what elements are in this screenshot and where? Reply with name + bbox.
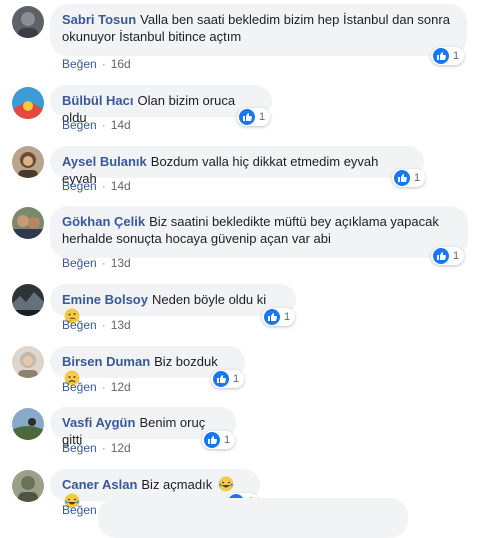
reaction-number: 1 — [259, 111, 266, 123]
comment-age[interactable]: 13d — [111, 256, 131, 270]
comment-age[interactable]: 13d — [111, 318, 131, 332]
reaction-count[interactable]: 1 — [237, 108, 271, 126]
comment-bubble: Emine Bolsoy Neden böyle oldu ki — [50, 284, 296, 324]
like-reaction-icon — [433, 48, 449, 64]
reaction-count[interactable]: 1 — [262, 308, 296, 326]
avatar[interactable] — [12, 470, 44, 502]
like-reaction-icon — [239, 109, 255, 125]
avatar[interactable] — [12, 408, 44, 440]
comments-list: Sabri Tosun Valla ben saati bekledim bizi… — [0, 0, 502, 538]
avatar[interactable] — [12, 87, 44, 119]
reaction-number: 1 — [224, 434, 231, 446]
like-link[interactable]: Beğen — [62, 179, 97, 193]
comment-author[interactable]: Aysel Bulanık — [62, 154, 147, 169]
reaction-count[interactable]: 1 — [211, 370, 245, 388]
comment-author[interactable]: Vasfi Aygün — [62, 415, 135, 430]
comment-author[interactable]: Gökhan Çelik — [62, 214, 145, 229]
reaction-count[interactable]: 1 — [202, 431, 236, 449]
comment-meta: Beğen · 14d — [62, 179, 131, 193]
avatar[interactable] — [12, 284, 44, 316]
comment-author[interactable]: Emine Bolsoy — [62, 292, 148, 307]
comment-meta: Beğen·12d — [62, 380, 131, 394]
reaction-number: 1 — [284, 311, 291, 323]
comment-text: Biz bozduk — [154, 354, 218, 369]
comment-meta: Beğen · 16d — [62, 57, 131, 71]
reaction-number: 1 — [233, 373, 240, 385]
comment-meta: Beğen · 13d — [62, 256, 131, 270]
like-reaction-icon — [204, 432, 220, 448]
comment-bubble: Gökhan Çelik Biz saatini bekledikte müftü… — [50, 206, 468, 258]
like-link[interactable]: Beğen — [62, 256, 97, 270]
comment-bubble: Aysel Bulanık Bozdum valla hiç dikkat etm… — [50, 146, 424, 186]
reaction-count[interactable]: 1 — [392, 169, 426, 187]
comment-age[interactable]: 12d — [111, 441, 131, 455]
like-link[interactable]: Beğen — [62, 57, 97, 71]
comment-age[interactable]: 12d — [111, 380, 131, 394]
comment-age[interactable]: 14d — [111, 118, 131, 132]
like-link[interactable]: Beğen — [62, 118, 97, 132]
laughing-tears-emoji — [218, 476, 234, 492]
like-reaction-icon — [433, 248, 449, 264]
comment-author[interactable]: Sabri Tosun — [62, 12, 136, 27]
comment-author[interactable]: Birsen Duman — [62, 354, 150, 369]
like-link[interactable]: Beğen — [62, 441, 97, 455]
comment-bubble: Sabri Tosun Valla ben saati bekledim bizi… — [50, 4, 467, 56]
comment-meta: Beğen · 14d — [62, 118, 131, 132]
reaction-count[interactable]: 1 — [431, 47, 465, 65]
comment-author[interactable]: Caner Aslan — [62, 477, 137, 492]
next-comment-bubble — [98, 498, 408, 538]
like-reaction-icon — [394, 170, 410, 186]
like-reaction-icon — [264, 309, 280, 325]
reaction-number: 1 — [414, 172, 421, 184]
reaction-count[interactable]: 1 — [431, 247, 465, 265]
like-reaction-icon — [213, 371, 229, 387]
like-link[interactable]: Beğen — [62, 380, 97, 394]
comment-author[interactable]: Bülbül Hacı — [62, 93, 134, 108]
comment-age[interactable]: 14d — [111, 179, 131, 193]
reaction-number: 1 — [453, 50, 460, 62]
comment-text: Biz açmadık — [141, 477, 213, 492]
like-link[interactable]: Beğen — [62, 318, 97, 332]
comment-text: Neden böyle oldu ki — [151, 292, 267, 307]
avatar[interactable] — [12, 146, 44, 178]
avatar[interactable] — [12, 6, 44, 38]
like-link[interactable]: Beğen — [62, 503, 97, 517]
comment-age[interactable]: 16d — [111, 57, 131, 71]
avatar[interactable] — [12, 207, 44, 239]
reaction-number: 1 — [453, 250, 460, 262]
comment-meta: Beğen · 13d — [62, 318, 131, 332]
avatar[interactable] — [12, 346, 44, 378]
comment-meta: Beğen·12d — [62, 441, 131, 455]
